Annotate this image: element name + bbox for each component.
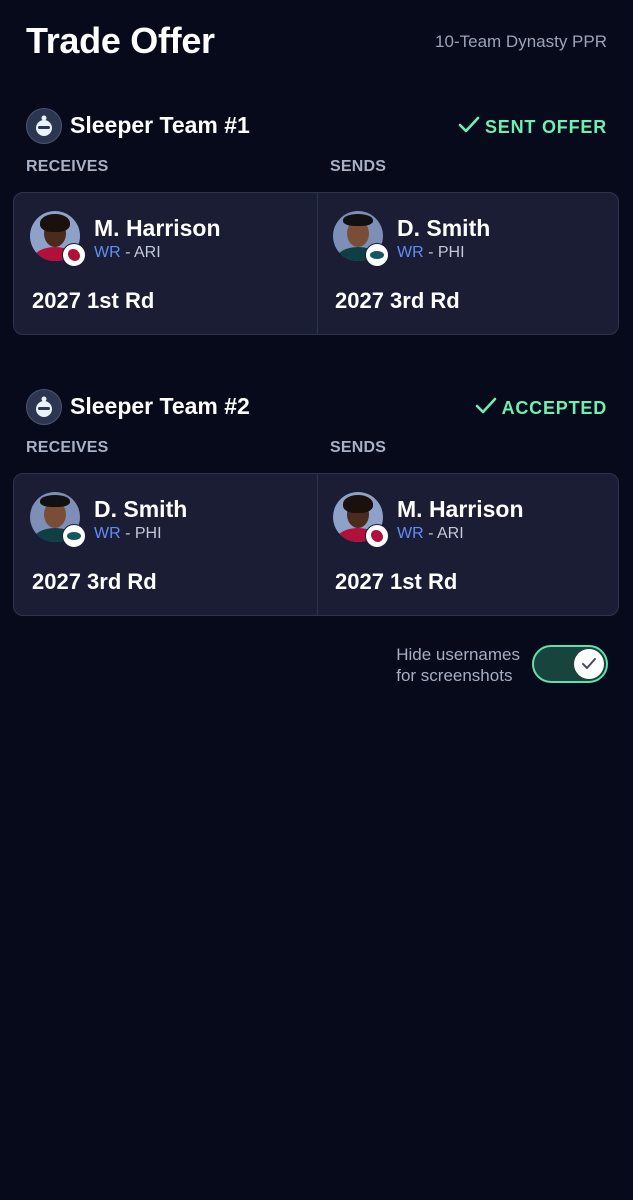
trade-card[interactable]: D. Smith WR - PHI 2027 3rd Rd M. Harriso…	[13, 473, 619, 616]
check-icon	[475, 397, 496, 414]
hide-usernames-toggle[interactable]	[532, 645, 608, 683]
team-avatar	[26, 389, 62, 425]
team-avatar	[26, 108, 62, 144]
player-team: - PHI	[428, 244, 465, 261]
player-name[interactable]: D. Smith	[397, 215, 490, 242]
toggle-knob	[574, 649, 604, 679]
check-icon	[458, 116, 480, 133]
team-name: Sleeper Team #2	[70, 393, 250, 419]
draft-pick: 2027 1st Rd	[335, 569, 458, 594]
sleeper-logo-icon	[36, 396, 52, 417]
receives-column: D. Smith WR - PHI 2027 3rd Rd	[14, 474, 317, 615]
player-position: WR	[397, 525, 424, 542]
draft-pick: 2027 3rd Rd	[335, 288, 460, 313]
league-subtitle: 10-Team Dynasty PPR	[435, 32, 607, 51]
status-badge: SENT OFFER	[457, 114, 607, 138]
hide-usernames-label-line1: Hide usernames	[396, 645, 520, 664]
status-text: ACCEPTED	[501, 398, 607, 418]
player-name[interactable]: D. Smith	[94, 496, 187, 523]
player-meta: WR - ARI	[397, 525, 464, 543]
draft-pick: 2027 1st Rd	[32, 288, 155, 313]
eagles-logo-icon	[62, 524, 86, 548]
player-name[interactable]: M. Harrison	[397, 496, 524, 523]
cardinals-logo-icon	[62, 243, 86, 267]
sleeper-logo-icon	[36, 115, 52, 136]
page-header: Trade Offer 10-Team Dynasty PPR	[0, 0, 633, 90]
player-position: WR	[94, 244, 121, 261]
page-title: Trade Offer	[26, 20, 215, 61]
player-meta: WR - PHI	[94, 525, 162, 543]
player-team: - ARI	[125, 244, 161, 261]
sends-column: M. Harrison WR - ARI 2027 1st Rd	[317, 474, 620, 615]
player-position: WR	[397, 244, 424, 261]
draft-pick: 2027 3rd Rd	[32, 569, 157, 594]
status-text: SENT OFFER	[484, 117, 607, 137]
hide-usernames-label-line2: for screenshots	[396, 666, 513, 685]
receives-label: RECEIVES	[26, 439, 109, 456]
sends-label: SENDS	[330, 439, 387, 456]
player-meta: WR - ARI	[94, 244, 161, 262]
hide-usernames-label: Hide usernames for screenshots	[396, 644, 520, 686]
check-icon	[582, 658, 596, 669]
trade-card[interactable]: M. Harrison WR - ARI 2027 1st Rd D. Smit…	[13, 192, 619, 335]
sends-column: D. Smith WR - PHI 2027 3rd Rd	[317, 193, 620, 334]
team-name: Sleeper Team #1	[70, 112, 250, 138]
receives-column: M. Harrison WR - ARI 2027 1st Rd	[14, 193, 317, 334]
sends-label: SENDS	[330, 158, 387, 175]
cardinals-logo-icon	[365, 524, 389, 548]
hide-usernames-setting: Hide usernames for screenshots	[308, 643, 608, 685]
player-meta: WR - PHI	[397, 244, 465, 262]
player-position: WR	[94, 525, 121, 542]
player-team: - ARI	[428, 525, 464, 542]
status-badge: ACCEPTED	[474, 395, 607, 419]
player-name[interactable]: M. Harrison	[94, 215, 221, 242]
team-row: Sleeper Team #1 SENT OFFER	[26, 106, 607, 146]
eagles-logo-icon	[365, 243, 389, 267]
receives-label: RECEIVES	[26, 158, 109, 175]
player-team: - PHI	[125, 525, 162, 542]
team-row: Sleeper Team #2 ACCEPTED	[26, 387, 607, 427]
